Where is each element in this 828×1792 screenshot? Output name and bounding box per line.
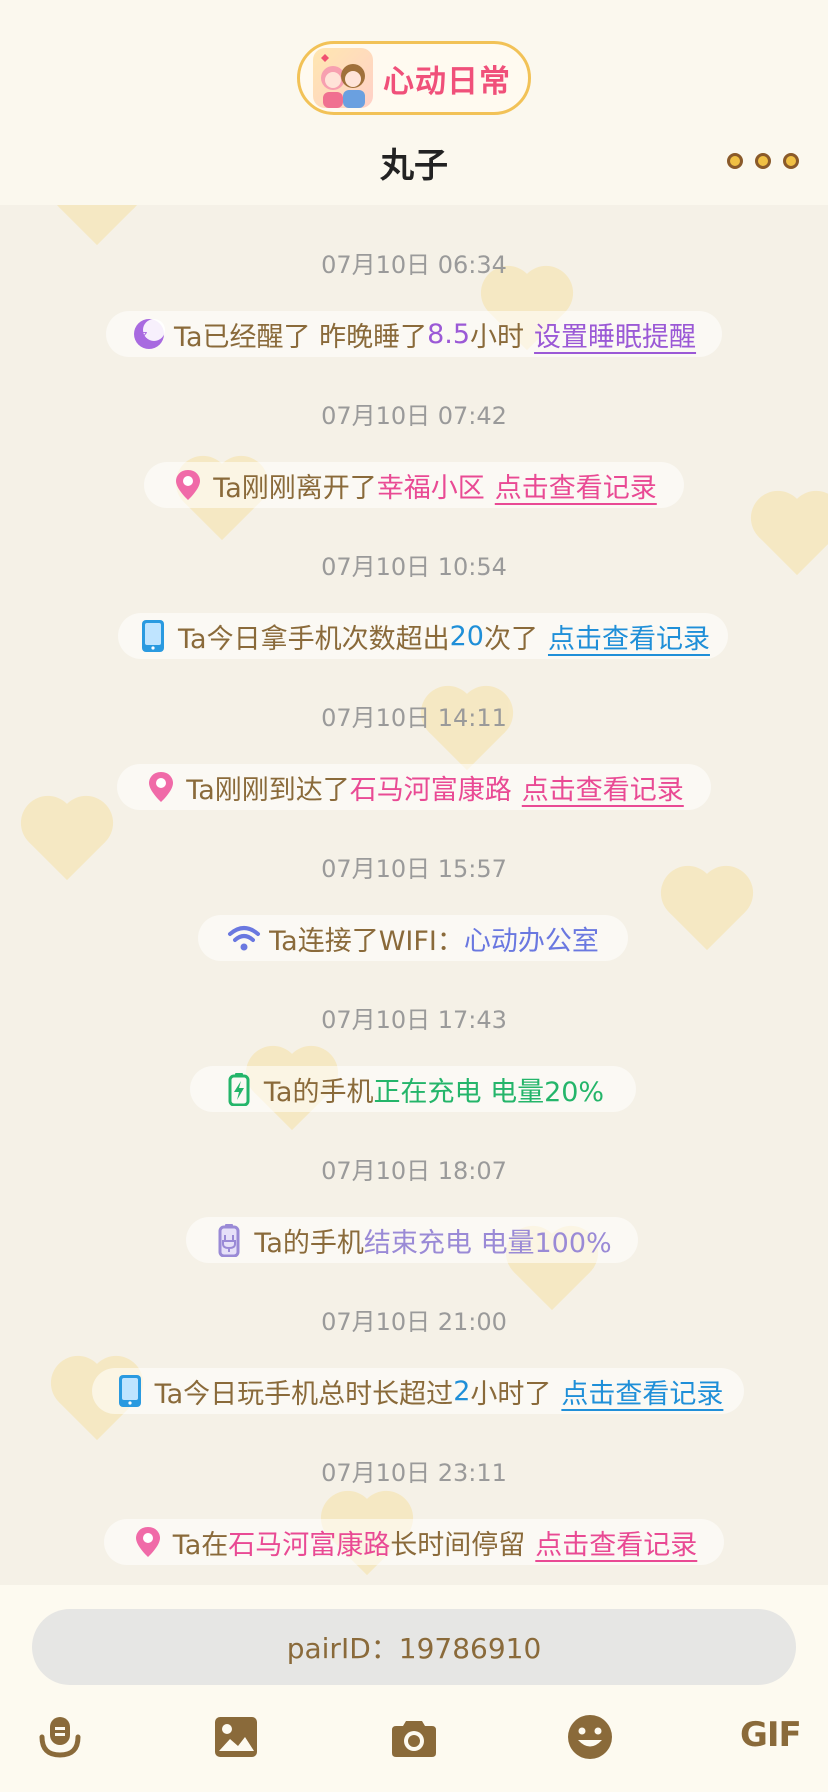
- sleep-moon-icon: z: [133, 319, 165, 349]
- status-message: Ta刚刚离开了 幸福小区 点击查看记录: [144, 462, 684, 508]
- page-title: 丸子: [380, 146, 448, 186]
- message-text: Ta刚刚到达了: [186, 774, 350, 806]
- view-record-link[interactable]: 点击查看记录: [561, 1372, 723, 1411]
- message-text: Ta在: [172, 1529, 229, 1561]
- gif-icon[interactable]: GIF: [740, 1715, 802, 1755]
- pair-id-text: pairID：19786910: [286, 1632, 542, 1665]
- timestamp: 07月10日 23:11: [321, 1459, 507, 1487]
- message-text: 小时了: [470, 1378, 552, 1410]
- message-text: Ta的手机: [263, 1076, 374, 1108]
- heart-decoration-icon: [58, 205, 136, 246]
- battery-charging-icon: [228, 1073, 250, 1106]
- message-text: Ta已经醒了 昨晚睡了: [173, 321, 428, 353]
- image-icon[interactable]: [212, 1713, 260, 1761]
- phone-icon: [118, 1375, 141, 1407]
- location-pin-icon: [176, 470, 201, 500]
- message-text: 结束充电 电量100%: [363, 1227, 612, 1259]
- status-message: z Ta已经醒了 昨晚睡了 8.5 小时 设置睡眠提醒: [106, 311, 722, 357]
- message-text: 8.5: [427, 318, 471, 350]
- message-text: 正在充电 电量20%: [373, 1076, 605, 1108]
- more-dots-icon[interactable]: [727, 150, 799, 172]
- timestamp: 07月10日 18:07: [321, 1157, 507, 1185]
- message-text: 长时间停留: [390, 1529, 526, 1561]
- status-message: Ta的手机 正在充电 电量20%: [190, 1066, 636, 1112]
- timestamp: 07月10日 07:42: [321, 402, 507, 430]
- app-badge[interactable]: 心动日常: [297, 41, 531, 115]
- status-message: Ta在 石马河富康路 长时间停留 点击查看记录: [104, 1519, 724, 1565]
- wifi-icon: [228, 926, 261, 951]
- couple-logo-icon: [313, 48, 373, 108]
- message-text: 2: [453, 1375, 471, 1407]
- location-pin-icon: [135, 1527, 160, 1557]
- voice-icon[interactable]: [36, 1713, 84, 1761]
- message-text: Ta今日玩手机总时长超过: [154, 1378, 454, 1410]
- view-record-link[interactable]: 点击查看记录: [535, 1523, 697, 1562]
- message-text: 20: [449, 620, 484, 652]
- view-record-link[interactable]: 点击查看记录: [522, 768, 684, 807]
- message-text: 幸福小区: [376, 472, 485, 504]
- message-text: 小时: [470, 321, 525, 353]
- heart-decoration-icon: [668, 873, 746, 951]
- status-message: Ta连接了WIFI： 心动办公室: [198, 915, 628, 961]
- message-text: Ta的手机: [254, 1227, 364, 1259]
- message-text: 石马河富康路: [228, 1529, 391, 1561]
- timestamp: 07月10日 21:00: [321, 1308, 507, 1336]
- view-record-link[interactable]: 点击查看记录: [495, 466, 657, 505]
- timestamp: 07月10日 17:43: [321, 1006, 507, 1034]
- view-record-link[interactable]: 点击查看记录: [548, 617, 710, 656]
- timestamp: 07月10日 15:57: [321, 855, 507, 883]
- header: 心动日常 丸子: [0, 0, 828, 205]
- message-text: 心动办公室: [463, 925, 599, 957]
- status-message: Ta的手机 结束充电 电量100%: [186, 1217, 638, 1263]
- timestamp: 07月10日 10:54: [321, 553, 507, 581]
- camera-icon[interactable]: [390, 1713, 438, 1761]
- emoji-icon[interactable]: [566, 1713, 614, 1761]
- message-text: Ta今日拿手机次数超出: [178, 623, 450, 655]
- message-list[interactable]: 07月10日 06:34 z Ta已经醒了 昨晚睡了 8.5 小时 设置睡眠提醒…: [0, 205, 828, 1585]
- message-text: Ta连接了WIFI：: [269, 925, 464, 957]
- app-name: 心动日常: [383, 63, 511, 100]
- pair-id-input[interactable]: pairID：19786910: [32, 1609, 796, 1685]
- timestamp: 07月10日 06:34: [321, 251, 507, 279]
- message-text: 次了: [483, 623, 538, 655]
- message-text: Ta刚刚离开了: [213, 472, 377, 504]
- status-message: Ta刚刚到达了 石马河富康路 点击查看记录: [117, 764, 711, 810]
- status-message: Ta今日拿手机次数超出 20 次了 点击查看记录: [118, 613, 728, 659]
- battery-unplug-icon: [218, 1224, 240, 1257]
- sleep-reminder-link[interactable]: 设置睡眠提醒: [534, 315, 696, 354]
- status-message: Ta今日玩手机总时长超过 2 小时了 点击查看记录: [92, 1368, 744, 1414]
- location-pin-icon: [149, 772, 174, 802]
- message-text: 石马河富康路: [349, 774, 512, 806]
- footer: pairID：19786910 GIF: [0, 1585, 828, 1792]
- timestamp: 07月10日 14:11: [321, 704, 507, 732]
- phone-icon: [142, 620, 165, 652]
- svg-text:z: z: [141, 328, 147, 342]
